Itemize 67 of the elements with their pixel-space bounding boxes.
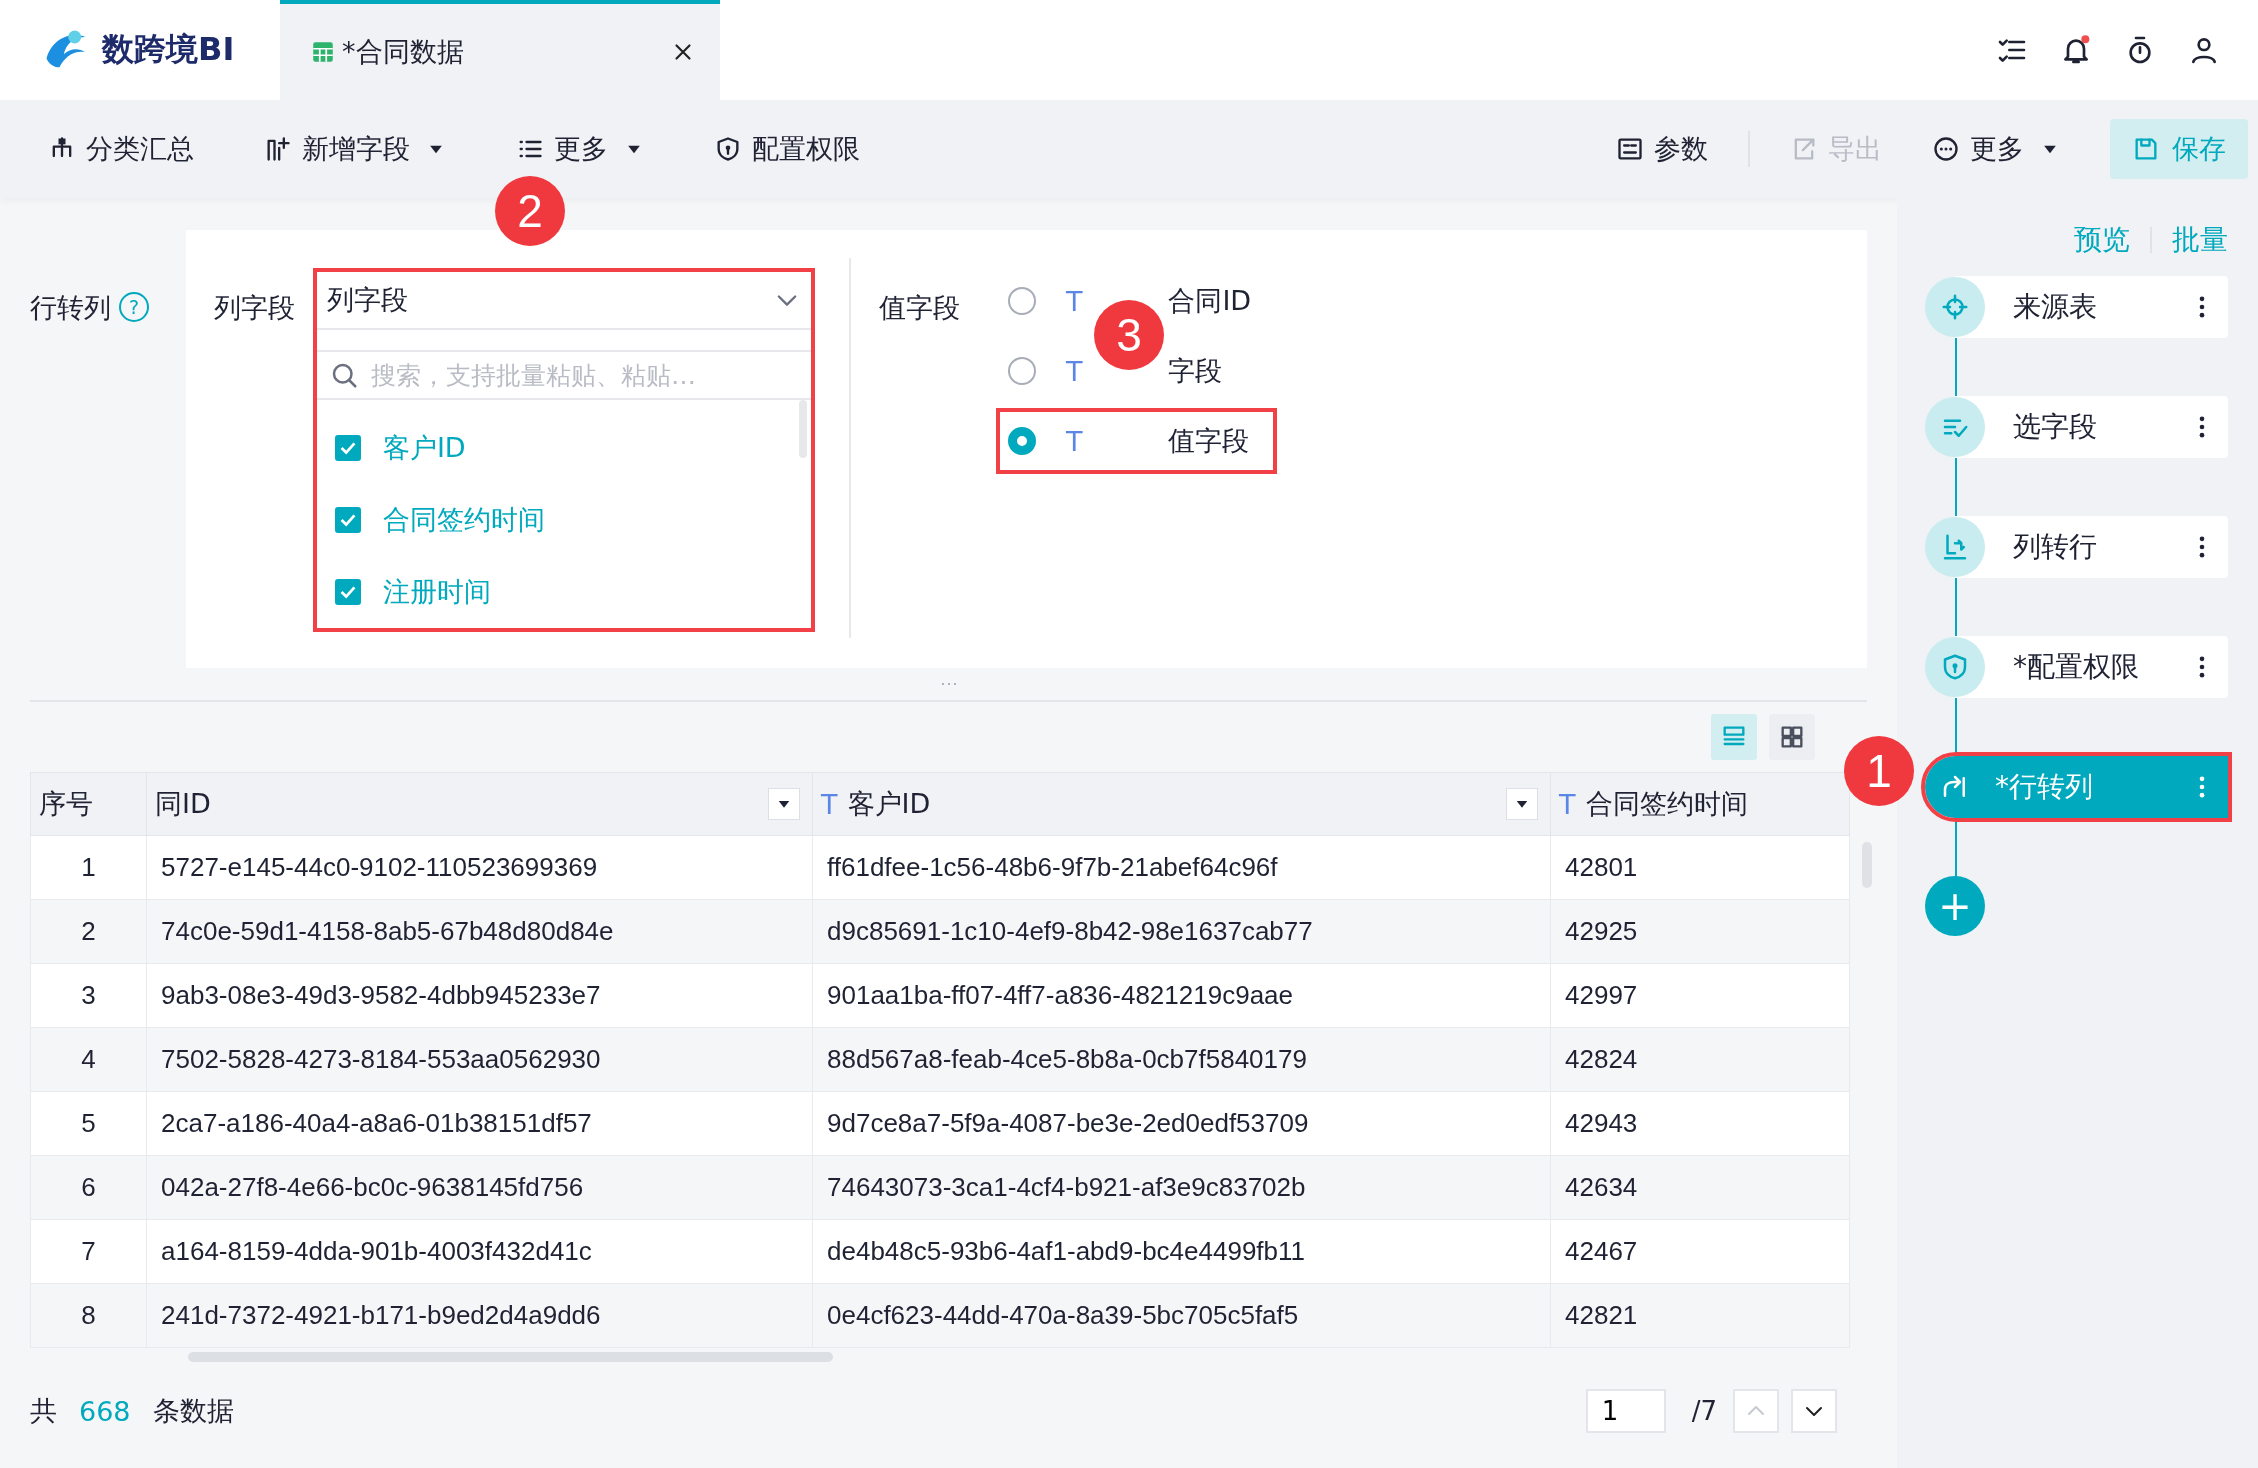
row-number: 6 — [81, 1172, 96, 1202]
pipeline-step[interactable]: *配置权限 — [1925, 636, 2228, 698]
record-count-label: 条数据 — [152, 1394, 234, 1428]
grid-view-icon[interactable] — [1769, 714, 1815, 760]
pipeline-step[interactable]: 列转行 — [1925, 516, 2228, 578]
toolbar-button[interactable]: 新增字段 — [264, 131, 446, 167]
table-cell: 2ca7-a186-40a4-a8a6-01b38151df57 — [161, 1108, 592, 1138]
toolbar-button[interactable]: 更多 — [516, 131, 644, 167]
table-cell: de4b48c5-93b6-4af1-abd9-bc4e4499fb11 — [827, 1236, 1306, 1266]
table-cell: 901aa1ba-ff07-4ff7-a836-4821219c9aae — [827, 980, 1293, 1010]
table-cell: 42943 — [1565, 1108, 1638, 1138]
section-title: 行转列 — [30, 291, 111, 325]
next-page-button[interactable] — [1791, 1389, 1837, 1433]
filter-button[interactable] — [768, 788, 800, 820]
table-cell: 42821 — [1565, 1300, 1638, 1330]
table-cell: 9ab3-08e3-49d3-9582-4dbb945233e7 — [161, 980, 601, 1010]
sheet-icon — [310, 39, 336, 65]
table-cell: a164-8159-4dda-901b-4003f432d41c — [161, 1236, 592, 1266]
pipeline-step[interactable]: 来源表 — [1925, 276, 2228, 338]
document-tab[interactable]: *合同数据 — [280, 0, 720, 100]
row-number: 5 — [81, 1108, 96, 1138]
table-cell: 7502-5828-4273-8184-553aa0562930 — [161, 1044, 601, 1074]
table-cell: 74643073-3ca1-4cf4-b921-af3e9c83702b — [827, 1172, 1306, 1202]
row-number: 8 — [81, 1300, 96, 1330]
field-label: 值字段 — [878, 291, 960, 325]
toolbar-button[interactable]: 分类汇总 — [48, 131, 194, 167]
row-number: 1 — [81, 852, 96, 882]
record-count: 668 — [79, 1395, 131, 1427]
search-field[interactable]: 搜索，支持批量粘贴、粘贴… — [368, 359, 799, 391]
table-cell: 0e4cf623-44dd-470a-8a39-5bc705c5faf5 — [827, 1300, 1299, 1330]
table-cell: 241d-7372-4921-b171-b9ed2d4a9dd6 — [161, 1300, 601, 1330]
page-total: /7 — [1691, 1396, 1717, 1426]
column-header[interactable]: 同ID — [155, 786, 211, 822]
table-cell: 42801 — [1565, 852, 1638, 882]
toolbar-button[interactable]: 参数 — [1616, 131, 1708, 167]
filter-button[interactable] — [1506, 788, 1538, 820]
table-cell: 42634 — [1565, 1172, 1638, 1202]
table-cell: 042a-27f8-4e66-bc0c-9638145fd756 — [161, 1172, 584, 1202]
table-cell: 42824 — [1565, 1044, 1638, 1074]
scroll-thumb[interactable] — [188, 1352, 833, 1362]
row-number: 3 — [81, 980, 96, 1010]
table-cell: 9d7ce8a7-5f9a-4087-be3e-2ed0edf53709 — [827, 1108, 1309, 1138]
table-cell: 5727-e145-44c0-9102-110523699369 — [161, 852, 598, 882]
table-cell: 42997 — [1565, 980, 1638, 1010]
more-icon — [1932, 135, 1960, 163]
record-count-label: 共 — [30, 1394, 57, 1428]
select-field[interactable]: 列字段 — [316, 272, 811, 330]
table-cell: ff61dfee-1c56-48b6-9f7b-21abef64c96f — [827, 852, 1278, 882]
column-header[interactable]: T 客户ID — [821, 786, 931, 822]
table-cell: 42925 — [1565, 916, 1638, 946]
table-cell: d9c85691-1c10-4ef9-8b42-98e1637cab77 — [827, 916, 1313, 946]
page-input[interactable]: 1 — [1585, 1389, 1666, 1433]
toolbar-button[interactable]: 配置权限 — [714, 131, 860, 167]
toolbar-button[interactable]: 更多 — [1932, 131, 2060, 167]
scroll-thumb[interactable] — [798, 400, 807, 458]
pipeline-step[interactable]: 选字段 — [1925, 396, 2228, 458]
table-cell: 42467 — [1565, 1236, 1638, 1266]
table-cell: 74c0e-59d1-4158-8ab5-67b48d80d84e — [161, 916, 614, 946]
field-label: 列字段 — [213, 291, 295, 325]
crosshair-icon — [1940, 292, 1970, 322]
row-number: 4 — [81, 1044, 96, 1074]
resize-handle[interactable] — [939, 682, 958, 686]
row-number: 7 — [81, 1236, 96, 1266]
app-logo-text: 数跨境BI — [102, 29, 235, 70]
radio-option[interactable]: T 值字段 — [995, 408, 1278, 474]
row-number: 2 — [81, 916, 96, 946]
table-cell: 88d567a8-feab-4ce5-8b8a-0cb7f5840179 — [827, 1044, 1307, 1074]
